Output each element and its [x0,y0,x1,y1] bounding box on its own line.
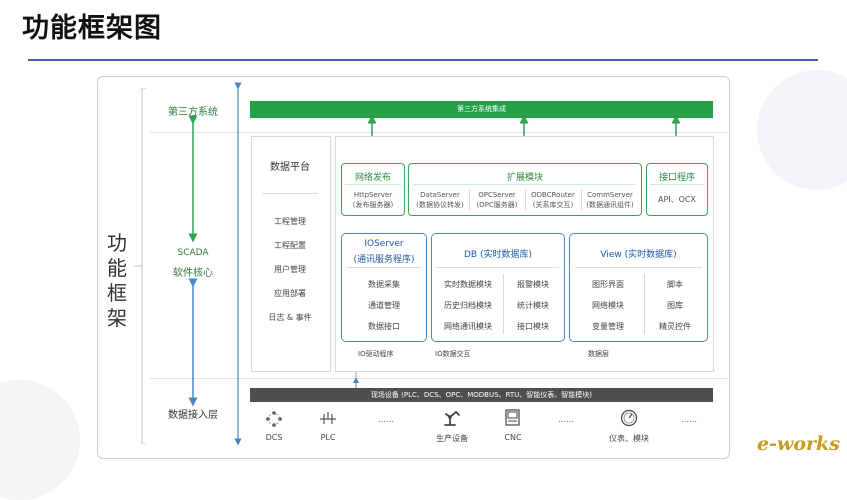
db-module-item: 实时数据模块 [444,280,492,289]
third-party-integration-bar: 第三方系统集成 [250,101,713,118]
view-module-item: 精灵控件 [659,322,691,331]
eworks-logo: e-works [757,433,840,455]
divider [575,267,702,268]
plc-label: PLC [320,433,336,442]
ellipsis: …… [681,415,697,424]
ioserver-subtitle: (通讯服务程序) [353,255,415,265]
plc-icon [320,412,336,424]
opcserver-desc: (OPC服务器) [476,201,518,209]
interface-program-title: 接口程序 [658,173,695,183]
divider [469,190,470,210]
divider [414,184,636,185]
io-driver-tag: IO驱动程序 [356,349,396,359]
dataserver-label: DataServer [420,191,460,199]
production-equipment-icon [444,411,460,426]
db-module-item: 统计模块 [517,301,549,310]
field-devices-bar: 现场设备 (PLC、DCS、OPC、MODBUS、RTU、智能仪表、智能模块) [250,388,713,402]
divider [581,190,582,210]
divider [525,190,526,210]
view-module-item: 脚本 [667,280,683,289]
ioserver-item: 数据接口 [368,322,400,331]
platform-item: 日志 & 事件 [268,313,312,322]
cnc-label: CNC [504,433,522,442]
data-platform-title: 数据平台 [270,162,310,173]
divider [345,184,401,185]
api-ocx-label: API、OCX [657,195,697,204]
divider [347,267,421,268]
ellipsis: …… [558,415,574,424]
opcserver-label: OPCServer [478,191,516,199]
db-module-item: 报警模块 [517,280,549,289]
view-module-item: 图库 [667,301,683,310]
platform-item: 工程管理 [274,217,306,226]
commserver-desc: (数据通讯组件) [586,201,634,209]
ellipsis: …… [378,415,394,424]
instrument-label: 仪表、模块 [609,434,649,443]
platform-item: 应用部署 [274,289,306,298]
db-module-item: 网络通讯模块 [444,322,492,331]
divider [437,267,559,268]
httpserver-label: HttpServer [353,191,393,199]
data-layer-tag: 数据层 [586,349,611,359]
view-module-item: 网络模块 [592,301,624,310]
ioserver-item: 数据采集 [368,280,400,289]
db-module-item: 接口模块 [517,322,549,331]
platform-item: 工程配置 [274,241,306,250]
commserver-label: CommServer [587,191,633,199]
db-module-item: 历史归档模块 [444,301,492,310]
divider [650,184,704,185]
production-equipment-label: 生产设备 [436,434,468,443]
realtime-db-title: DB (实时数据库) [464,250,532,260]
ioserver-title: IOServer [364,239,404,249]
dcs-icon [266,411,282,427]
instrument-gauge-icon [620,409,638,427]
dataserver-desc: (数据协议转发) [416,201,464,209]
odbcrouter-desc: (关系库交互) [532,201,574,209]
view-title: View (实时数据库) [600,250,677,260]
cnc-icon [505,409,520,426]
httpserver-desc: (发布服务器) [352,201,394,209]
divider [262,193,318,194]
ioserver-item: 通道管理 [368,301,400,310]
network-publish-title: 网络发布 [354,173,391,183]
dcs-label: DCS [265,433,283,442]
view-module-item: 变量管理 [592,322,624,331]
extension-modules-title: 扩展模块 [506,173,543,183]
view-module-item: 图形界面 [592,280,624,289]
odbcrouter-label: ODBCRouter [531,191,575,199]
platform-item: 用户管理 [274,265,306,274]
io-exchange-tag: IO数据交互 [433,349,473,359]
